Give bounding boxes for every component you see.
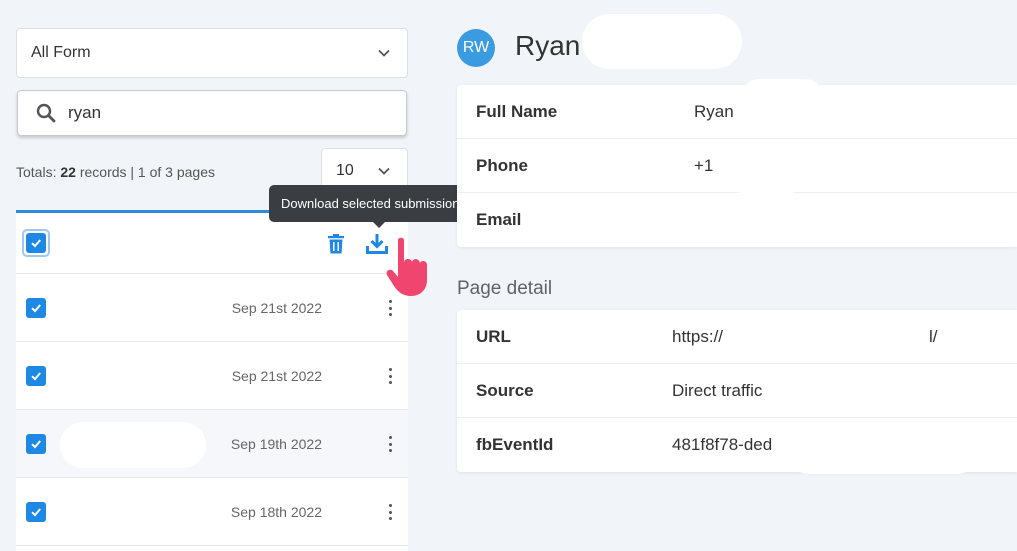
download-tooltip: Download selected submissions <box>269 185 478 228</box>
fullname-label: Full Name <box>476 101 558 121</box>
list-item[interactable]: Sep 21st 2022 <box>16 342 408 410</box>
trash-icon[interactable] <box>327 234 345 254</box>
kebab-icon[interactable] <box>386 502 394 522</box>
row-checkbox[interactable] <box>26 366 46 386</box>
search-icon <box>36 103 56 123</box>
kebab-icon[interactable] <box>386 298 394 318</box>
fbeventid-label: fbEventId <box>476 435 554 454</box>
checkmark-icon <box>31 239 41 248</box>
kebab-icon[interactable] <box>386 434 394 454</box>
totals-suffix: records | 1 of 3 pages <box>79 164 215 180</box>
row-date: Sep 19th 2022 <box>230 436 322 452</box>
totals-prefix: Totals: <box>16 164 57 180</box>
submission-list: Sep 21st 2022 Sep 21st 2022 Sep 19th 202… <box>16 210 408 551</box>
list-item[interactable]: Sep 18th 2022 <box>16 478 408 546</box>
checkmark-icon <box>31 372 41 381</box>
redacted-surname <box>582 14 742 69</box>
row-date: Sep 21st 2022 <box>231 368 322 384</box>
redacted-fbeventid <box>783 420 983 474</box>
email-label: Email <box>476 210 522 229</box>
page-detail-row-url: URL https:// l/ <box>457 310 1017 364</box>
contact-row-fullname: Full Name Ryan <box>457 79 1017 139</box>
redacted-name <box>60 422 206 468</box>
page-detail-card: URL https:// l/ Source Direct traffic fb… <box>457 310 1017 474</box>
contact-row-phone: Phone +1 <box>457 139 1017 193</box>
redacted-phone <box>717 139 815 193</box>
contact-row-email: Email <box>457 193 1017 247</box>
list-header <box>16 213 408 274</box>
checkmark-icon <box>31 304 41 313</box>
avatar: RW <box>457 29 495 67</box>
form-select[interactable]: All Form <box>16 28 408 78</box>
checkmark-icon <box>31 440 41 449</box>
select-all-checkbox[interactable] <box>22 229 50 257</box>
fullname-value: Ryan <box>694 101 734 121</box>
page-detail-title: Page detail <box>457 278 553 299</box>
per-page-value: 10 <box>336 162 354 179</box>
list-item[interactable]: Sep 21st 2022 <box>16 274 408 342</box>
person-name: Ryan <box>515 30 581 61</box>
source-value: Direct traffic <box>672 380 763 400</box>
source-label: Source <box>476 380 534 400</box>
row-checkbox[interactable] <box>26 434 46 454</box>
search-box[interactable] <box>17 90 407 136</box>
row-checkbox[interactable] <box>26 502 46 522</box>
chevron-down-icon <box>378 167 390 175</box>
totals-text: Totals: 22 records | 1 of 3 pages <box>16 164 215 180</box>
fbeventid-value: 481f8f78-ded <box>672 435 773 454</box>
row-checkbox[interactable] <box>26 298 46 318</box>
page-detail-row-fbeventid: fbEventId 481f8f78-ded <box>457 418 1017 474</box>
kebab-icon[interactable] <box>386 366 394 386</box>
phone-label: Phone <box>476 155 528 175</box>
phone-value: +1 <box>694 155 714 175</box>
url-link-start[interactable]: https:// <box>672 327 723 347</box>
contact-card: Full Name Ryan Phone +1 Email <box>457 79 1017 247</box>
row-date: Sep 21st 2022 <box>231 300 322 316</box>
totals-count: 22 <box>60 164 76 180</box>
checkmark-icon <box>31 508 41 517</box>
redacted-fullname <box>741 79 823 115</box>
search-input[interactable] <box>68 103 368 123</box>
url-link-end[interactable]: l/ <box>929 327 938 347</box>
list-item[interactable]: Sep 19th 2022 <box>16 410 408 478</box>
page-detail-row-source: Source Direct traffic <box>457 364 1017 418</box>
url-label: URL <box>476 326 511 346</box>
pointer-hand-icon <box>386 237 427 296</box>
row-date: Sep 18th 2022 <box>230 504 322 520</box>
form-select-value: All Form <box>31 44 91 61</box>
chevron-down-icon <box>378 49 390 57</box>
